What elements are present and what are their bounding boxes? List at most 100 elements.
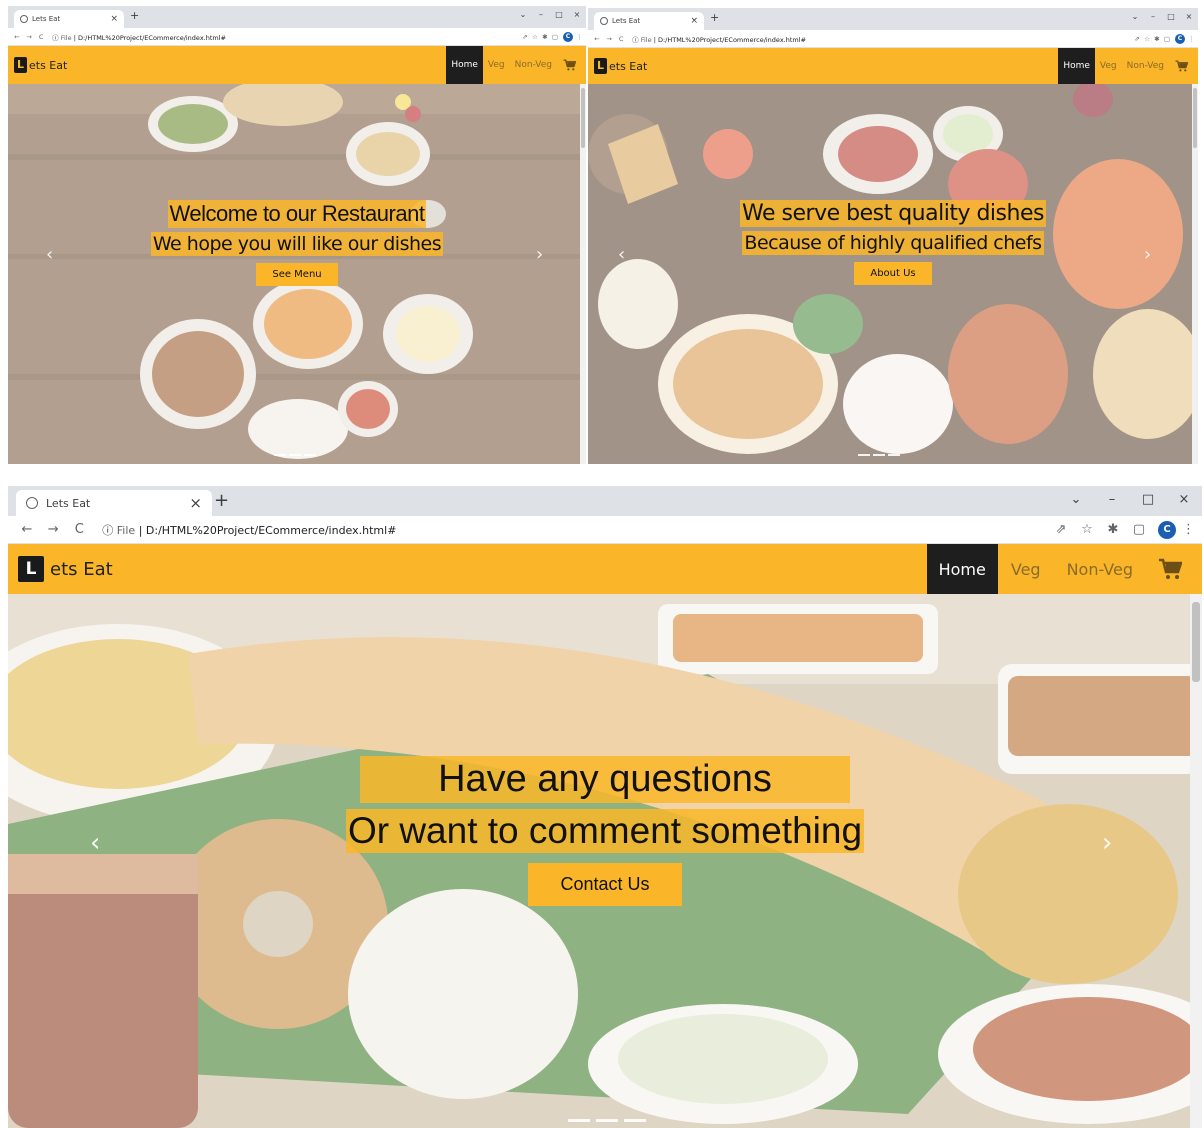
carousel-prev-icon[interactable]: ‹ bbox=[46, 244, 53, 265]
url-field[interactable]: ⓘ File | D:/HTML%20Project/ECommerce/ind… bbox=[632, 34, 1132, 44]
carousel-prev-icon[interactable]: ‹ bbox=[618, 244, 625, 265]
nav-home[interactable]: Home bbox=[926, 544, 998, 594]
forward-button[interactable]: → bbox=[42, 522, 64, 537]
minimize-button[interactable]: – bbox=[1144, 12, 1162, 21]
extensions-icon[interactable]: ✱ bbox=[1100, 522, 1126, 537]
menu-icon[interactable]: ⋮ bbox=[1188, 35, 1195, 43]
cart-icon[interactable] bbox=[1169, 48, 1192, 84]
brand[interactable]: L ets Eat bbox=[594, 58, 647, 74]
tab-search-button[interactable]: ⌄ bbox=[1058, 492, 1094, 507]
browser-window-2: Lets Eat × + ⌄ – □ × ← → C ⓘ File | D:/H… bbox=[588, 8, 1198, 464]
sidebar-icon[interactable]: ▢ bbox=[550, 33, 560, 41]
carousel-next-icon[interactable]: › bbox=[1144, 244, 1151, 265]
indicator[interactable] bbox=[858, 454, 870, 456]
close-window-button[interactable]: × bbox=[1166, 492, 1202, 507]
forward-button[interactable]: → bbox=[604, 35, 614, 43]
profile-avatar[interactable]: C bbox=[563, 31, 573, 42]
carousel-next-icon[interactable]: › bbox=[536, 244, 543, 265]
url-field[interactable]: ⓘ File | D:/HTML%20Project/ECommerce/ind… bbox=[52, 32, 520, 42]
slide-subheading: We hope you will like our dishes bbox=[150, 232, 444, 256]
share-icon[interactable]: ⇗ bbox=[1048, 522, 1074, 537]
reload-button[interactable]: C bbox=[68, 522, 90, 537]
indicator[interactable] bbox=[624, 1119, 646, 1122]
nav-links: Home Veg Non-Veg bbox=[446, 46, 580, 84]
profile-avatar[interactable]: C bbox=[1158, 520, 1176, 539]
share-icon[interactable]: ⇗ bbox=[520, 33, 530, 41]
minimize-button[interactable]: – bbox=[1094, 492, 1130, 507]
nav-nonveg[interactable]: Non-Veg bbox=[1122, 48, 1169, 84]
close-tab-icon[interactable]: × bbox=[189, 494, 202, 512]
sidebar-icon[interactable]: ▢ bbox=[1162, 35, 1172, 43]
brand-logo: L bbox=[594, 58, 607, 74]
nav-veg[interactable]: Veg bbox=[1095, 48, 1122, 84]
maximize-button[interactable]: □ bbox=[550, 10, 568, 19]
carousel-next-icon[interactable]: › bbox=[1102, 828, 1112, 858]
cart-icon[interactable] bbox=[1146, 544, 1192, 594]
close-window-button[interactable]: × bbox=[568, 10, 586, 19]
share-icon[interactable]: ⇗ bbox=[1132, 35, 1142, 43]
nav-home[interactable]: Home bbox=[446, 46, 483, 84]
close-window-button[interactable]: × bbox=[1180, 12, 1198, 21]
page-scrollbar[interactable] bbox=[1192, 84, 1198, 464]
nav-home[interactable]: Home bbox=[1058, 48, 1095, 84]
new-tab-button[interactable]: + bbox=[130, 9, 139, 22]
indicator[interactable] bbox=[304, 454, 316, 456]
back-button[interactable]: ← bbox=[12, 33, 22, 41]
reload-button[interactable]: C bbox=[36, 33, 46, 41]
profile-avatar[interactable]: C bbox=[1175, 33, 1185, 44]
indicator[interactable] bbox=[888, 454, 900, 456]
sidebar-icon[interactable]: ▢ bbox=[1126, 522, 1152, 537]
nav-veg[interactable]: Veg bbox=[483, 46, 510, 84]
forward-button[interactable]: → bbox=[24, 33, 34, 41]
page-scrollbar[interactable] bbox=[1190, 594, 1202, 1128]
star-icon[interactable]: ☆ bbox=[1074, 522, 1100, 537]
back-button[interactable]: ← bbox=[16, 522, 38, 537]
scrollbar-thumb[interactable] bbox=[1193, 88, 1197, 148]
new-tab-button[interactable]: + bbox=[214, 490, 229, 511]
brand[interactable]: L ets Eat bbox=[18, 556, 113, 582]
close-tab-icon[interactable]: × bbox=[110, 14, 118, 24]
indicator[interactable] bbox=[274, 454, 286, 456]
indicator[interactable] bbox=[289, 454, 301, 456]
menu-icon[interactable]: ⋮ bbox=[1182, 522, 1195, 537]
star-icon[interactable]: ☆ bbox=[1142, 35, 1152, 43]
tab-search-button[interactable]: ⌄ bbox=[514, 10, 532, 19]
contact-us-button[interactable]: Contact Us bbox=[528, 863, 682, 906]
extensions-icon[interactable]: ✱ bbox=[1152, 35, 1162, 43]
page-scrollbar[interactable] bbox=[580, 84, 586, 464]
see-menu-button[interactable]: See Menu bbox=[256, 263, 338, 286]
indicator[interactable] bbox=[873, 454, 885, 456]
scrollbar-thumb[interactable] bbox=[1192, 602, 1200, 682]
brand-name: ets Eat bbox=[50, 558, 113, 580]
maximize-button[interactable]: □ bbox=[1130, 492, 1166, 507]
cart-icon[interactable] bbox=[557, 46, 580, 84]
url-field[interactable]: ⓘ File | D:/HTML%20Project/ECommerce/ind… bbox=[102, 522, 1048, 538]
site-info-label: File bbox=[116, 523, 136, 537]
site-navbar: L ets Eat Home Veg Non-Veg bbox=[8, 46, 586, 84]
brand[interactable]: L ets Eat bbox=[14, 57, 67, 73]
about-us-button[interactable]: About Us bbox=[854, 262, 932, 285]
scrollbar-thumb[interactable] bbox=[581, 88, 585, 148]
back-button[interactable]: ← bbox=[592, 35, 602, 43]
tab-search-button[interactable]: ⌄ bbox=[1126, 12, 1144, 21]
minimize-button[interactable]: – bbox=[532, 10, 550, 19]
extensions-icon[interactable]: ✱ bbox=[540, 33, 550, 41]
star-icon[interactable]: ☆ bbox=[530, 33, 540, 41]
indicator[interactable] bbox=[568, 1119, 590, 1122]
address-bar: ← → C ⓘ File | D:/HTML%20Project/ECommer… bbox=[8, 516, 1202, 544]
reload-button[interactable]: C bbox=[616, 35, 626, 43]
close-tab-icon[interactable]: × bbox=[690, 16, 698, 26]
maximize-button[interactable]: □ bbox=[1162, 12, 1180, 21]
nav-veg[interactable]: Veg bbox=[998, 544, 1054, 594]
hero-carousel-slide-3: Have any questions Or want to comment so… bbox=[8, 594, 1202, 1128]
carousel-prev-icon[interactable]: ‹ bbox=[90, 828, 100, 858]
menu-icon[interactable]: ⋮ bbox=[576, 33, 583, 41]
nav-nonveg[interactable]: Non-Veg bbox=[1054, 544, 1146, 594]
new-tab-button[interactable]: + bbox=[710, 11, 719, 24]
browser-tab[interactable]: Lets Eat × bbox=[14, 10, 124, 28]
browser-tab[interactable]: Lets Eat × bbox=[594, 12, 704, 30]
indicator[interactable] bbox=[596, 1119, 618, 1122]
nav-nonveg[interactable]: Non-Veg bbox=[510, 46, 557, 84]
browser-tab[interactable]: Lets Eat × bbox=[16, 490, 212, 516]
tab-strip: Lets Eat × + ⌄ – □ × bbox=[588, 8, 1198, 30]
